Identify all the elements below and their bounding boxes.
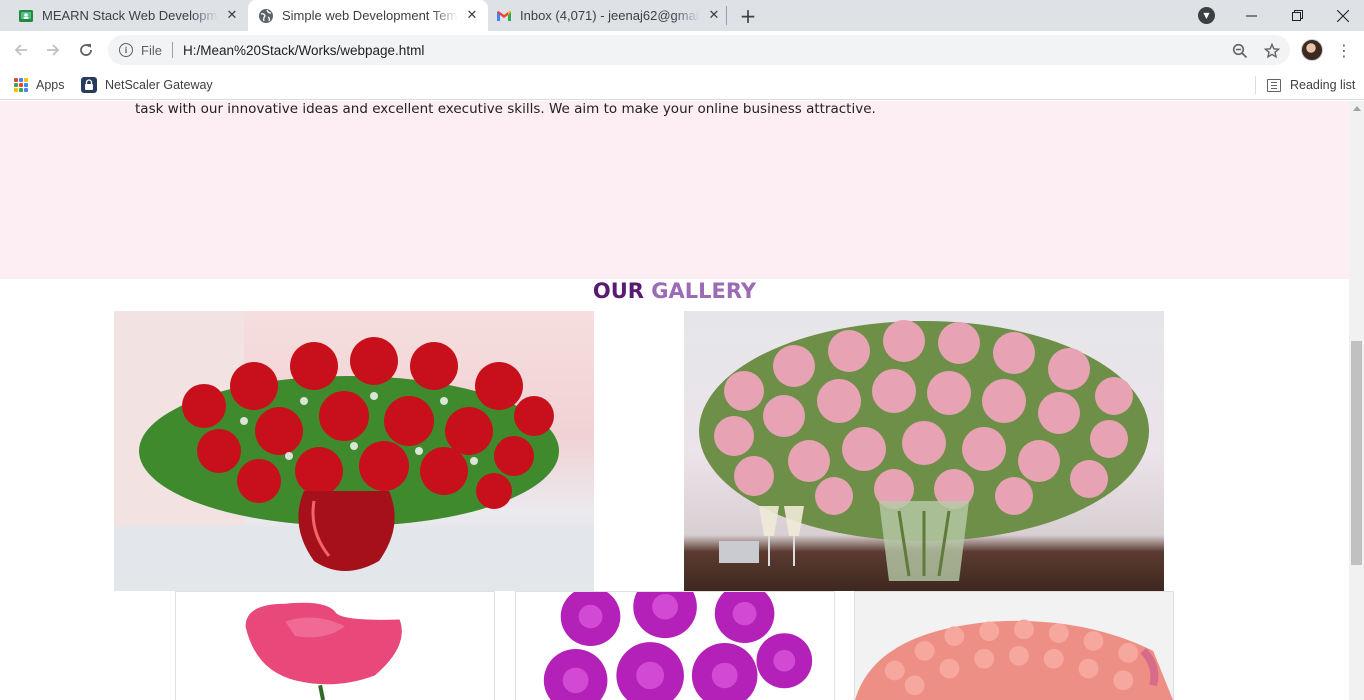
reading-list-icon — [1267, 78, 1281, 92]
bookmarks-bar: Apps NetScaler Gateway Reading list — [0, 69, 1364, 100]
close-icon[interactable]: ✕ — [224, 8, 240, 24]
tab-title: MEARN Stack Web Development — [42, 8, 218, 23]
scrollbar-thumb[interactable] — [1351, 341, 1362, 565]
profile-avatar[interactable] — [1301, 39, 1323, 61]
forward-button[interactable] — [41, 38, 65, 62]
info-icon[interactable]: i — [119, 43, 133, 57]
back-button[interactable] — [9, 38, 33, 62]
minimize-icon — [1245, 15, 1257, 17]
gallery-heading: OUR GALLERY — [0, 279, 1349, 303]
omnibox-divider — [171, 42, 173, 58]
bookmarks-divider — [1255, 76, 1256, 94]
tab-gmail[interactable]: Inbox (4,071) - jeenaj62@gmail.com ✕ — [496, 0, 722, 31]
reading-list-button[interactable]: Reading list — [1267, 75, 1355, 95]
netscaler-icon — [81, 77, 97, 93]
tab-title: Simple web Development Template — [282, 8, 458, 23]
reload-button[interactable] — [74, 38, 98, 62]
kebab-menu-icon[interactable]: ⋮ — [1335, 39, 1353, 61]
tab-title: Inbox (4,071) - jeenaj62@gmail.com — [520, 8, 700, 23]
scheme-label: File — [141, 42, 162, 58]
globe-icon — [258, 8, 274, 24]
page-viewport: task with our innovative ideas and excel… — [0, 101, 1349, 700]
about-section: task with our innovative ideas and excel… — [0, 101, 1349, 279]
new-tab-button[interactable]: + — [737, 4, 759, 28]
tab-simple-web[interactable]: Simple web Development Template ✕ — [248, 0, 488, 31]
bookmark-netscaler[interactable]: NetScaler Gateway — [81, 75, 213, 95]
reading-list-label: Reading list — [1290, 78, 1356, 92]
bookmark-label: Apps — [36, 78, 65, 92]
tab-strip: MEARN Stack Web Development ✕ Simple web… — [0, 0, 1364, 31]
restore-button[interactable] — [1274, 0, 1320, 31]
minimize-button[interactable] — [1228, 0, 1274, 31]
tab-separator — [726, 6, 727, 25]
browser-toolbar: i File H:/Mean%20Stack/Works/webpage.htm… — [0, 31, 1364, 69]
page-scrollbar[interactable] — [1349, 101, 1364, 700]
close-icon — [1337, 9, 1349, 22]
restore-icon — [1291, 10, 1303, 21]
close-icon[interactable]: ✕ — [706, 8, 722, 24]
gallery-heading-word2: GALLERY — [651, 279, 757, 303]
tab-search-icon[interactable]: ▼ — [1198, 7, 1215, 24]
close-window-button[interactable] — [1320, 0, 1364, 31]
gallery-image-peach-roses — [854, 591, 1174, 700]
classroom-icon — [18, 8, 34, 24]
gallery-image-single-rose — [175, 591, 495, 700]
arrow-right-icon — [47, 44, 60, 56]
gallery-heading-word1: OUR — [592, 279, 644, 303]
url-text[interactable]: H:/Mean%20Stack/Works/webpage.html — [183, 43, 424, 58]
gallery-image-red-roses — [114, 311, 594, 591]
address-bar[interactable]: i File H:/Mean%20Stack/Works/webpage.htm… — [108, 35, 1290, 65]
scroll-up-icon[interactable] — [1353, 106, 1361, 111]
zoom-icon[interactable] — [1231, 42, 1249, 60]
gmail-icon — [496, 8, 512, 24]
about-text: task with our innovative ideas and excel… — [135, 101, 876, 117]
arrow-left-icon — [14, 44, 27, 56]
bookmark-label: NetScaler Gateway — [105, 78, 213, 92]
bookmark-star-icon[interactable] — [1263, 42, 1281, 60]
apps-grid-icon — [14, 78, 28, 92]
gallery-image-pink-roses — [684, 311, 1164, 591]
bookmark-apps[interactable]: Apps — [14, 75, 65, 95]
gallery-image-purple-roses — [515, 591, 835, 700]
tab-mearn[interactable]: MEARN Stack Web Development ✕ — [18, 0, 240, 31]
close-icon[interactable]: ✕ — [464, 8, 480, 24]
reload-icon — [80, 44, 92, 56]
